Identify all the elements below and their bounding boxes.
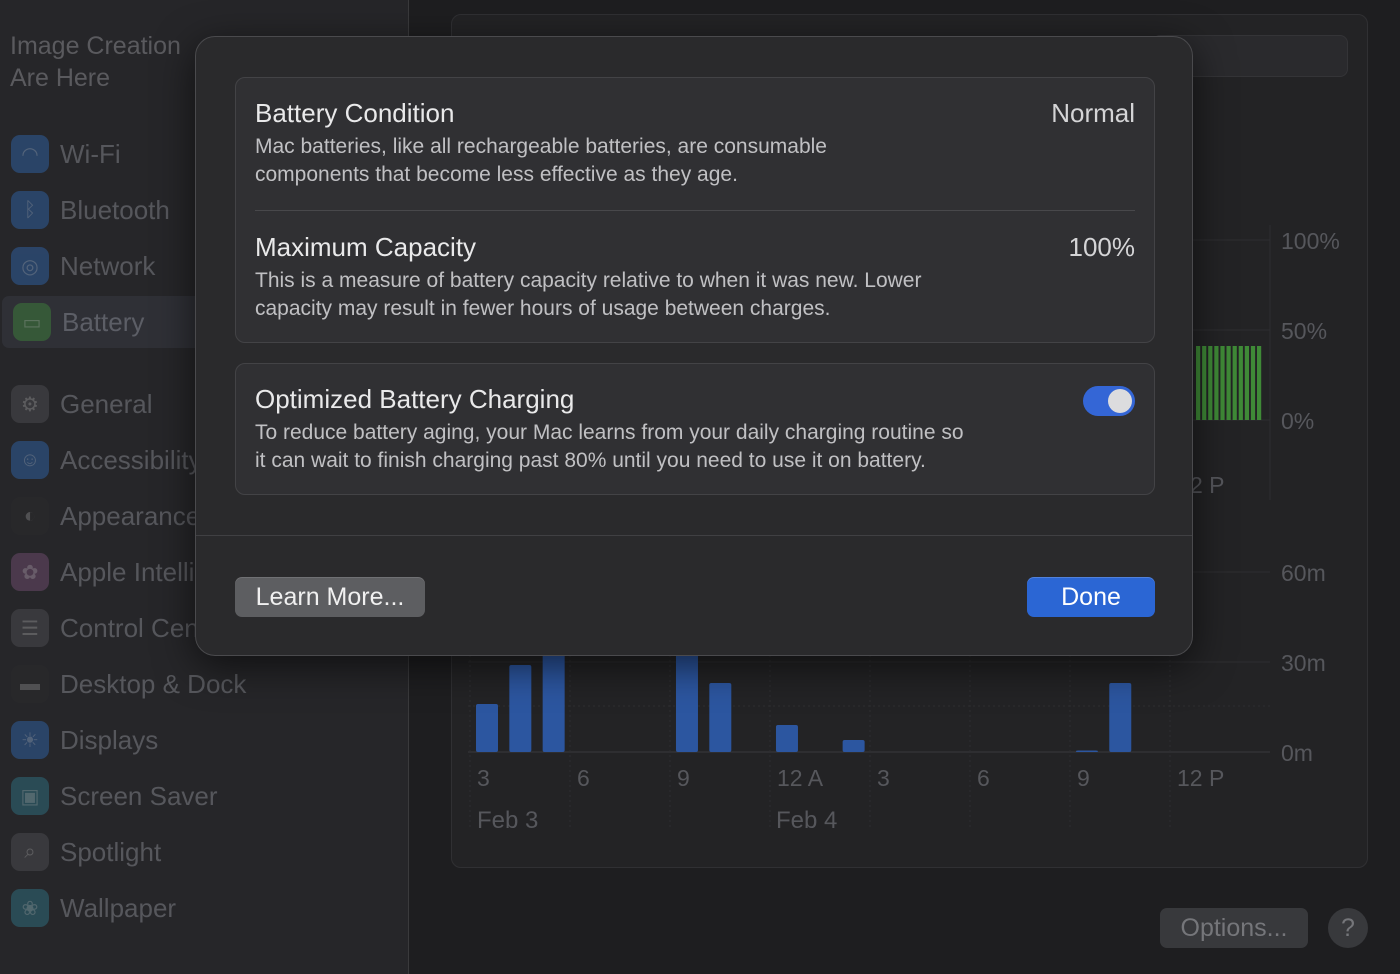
screen-usage-bar: [476, 704, 498, 752]
top-y-tick-50: 50%: [1281, 318, 1327, 344]
date-label-feb4: Feb 4: [776, 807, 837, 834]
bottom-y-tick-30m: 30m: [1281, 650, 1326, 676]
screen-usage-bar: [775, 725, 798, 752]
top-y-tick-100: 100%: [1281, 228, 1340, 254]
battery-level-bar: [1202, 346, 1207, 420]
optimized-charging-description: To reduce battery aging, your Mac learns…: [255, 419, 1115, 475]
maximum-capacity-desc-line1: This is a measure of battery capacity re…: [255, 269, 922, 292]
optimized-charging-title: Optimized Battery Charging: [255, 384, 575, 414]
x-tick-label: 12 P: [1177, 765, 1224, 791]
options-button[interactable]: Options...: [1160, 908, 1308, 948]
x-tick-label: 6: [977, 765, 990, 791]
screen-usage-bar: [709, 683, 732, 752]
battery-health-group: Battery Condition Normal Mac batteries, …: [235, 77, 1155, 343]
battery-level-bar: [1214, 346, 1219, 420]
battery-level-bar: [1226, 346, 1231, 420]
maximum-capacity-value: 100%: [1068, 232, 1136, 262]
optimized-charging-desc-line2: it can wait to finish charging past 80% …: [255, 449, 926, 472]
bottom-y-tick-60m: 60m: [1281, 560, 1326, 586]
top-x-tick-partial: 2 P: [1190, 472, 1225, 498]
sheet-separator: [196, 535, 1192, 536]
screen-usage-bar: [1075, 750, 1098, 752]
battery-level-bar: [1232, 346, 1237, 420]
battery-level-bar: [1257, 346, 1262, 420]
maximum-capacity-title: Maximum Capacity: [255, 232, 477, 262]
x-tick-label: 6: [577, 765, 590, 791]
battery-health-sheet: Battery Condition Normal Mac batteries, …: [195, 36, 1193, 656]
optimized-charging-toggle[interactable]: [1083, 386, 1135, 416]
battery-condition-desc-line1: Mac batteries, like all rechargeable bat…: [255, 135, 827, 158]
toggle-knob: [1108, 389, 1132, 413]
bottom-y-tick-0m: 0m: [1281, 740, 1313, 766]
x-tick-label: 3: [477, 765, 490, 791]
done-button[interactable]: Done: [1027, 577, 1155, 617]
battery-level-bar: [1196, 346, 1201, 420]
battery-condition-description: Mac batteries, like all rechargeable bat…: [255, 133, 1075, 189]
battery-level-bar: [1250, 346, 1256, 420]
system-settings-window: Image Creation Are Here ◠ Wi-Fi ᛒ Bluetooth…: [0, 0, 1400, 974]
battery-level-bar: [1244, 346, 1249, 420]
maximum-capacity-desc-line2: capacity may result in fewer hours of us…: [255, 297, 831, 320]
x-tick-label: 9: [677, 765, 690, 791]
screen-usage-bar: [509, 665, 532, 752]
battery-level-bar: [1220, 346, 1225, 420]
help-button[interactable]: ?: [1328, 908, 1368, 948]
screen-usage-bar: [1109, 683, 1132, 752]
battery-condition-value: Normal: [1051, 98, 1135, 128]
battery-condition-desc-line2: components that become less effective as…: [255, 163, 738, 186]
top-y-tick-0: 0%: [1281, 408, 1314, 434]
battery-level-bar: [1238, 346, 1243, 420]
battery-condition-title: Battery Condition: [255, 98, 455, 128]
x-tick-label: 12 A: [777, 765, 824, 791]
group-divider: [255, 210, 1135, 211]
x-tick-label: 3: [877, 765, 890, 791]
screen-usage-bar: [842, 740, 865, 752]
optimized-charging-desc-line1: To reduce battery aging, your Mac learns…: [255, 421, 964, 444]
battery-level-bar: [1208, 346, 1213, 420]
x-tick-label: 9: [1077, 765, 1090, 791]
optimized-charging-group: Optimized Battery Charging To reduce bat…: [235, 363, 1155, 495]
learn-more-button[interactable]: Learn More...: [235, 577, 425, 617]
maximum-capacity-description: This is a measure of battery capacity re…: [255, 267, 1075, 323]
date-label-feb3: Feb 3: [477, 807, 538, 834]
